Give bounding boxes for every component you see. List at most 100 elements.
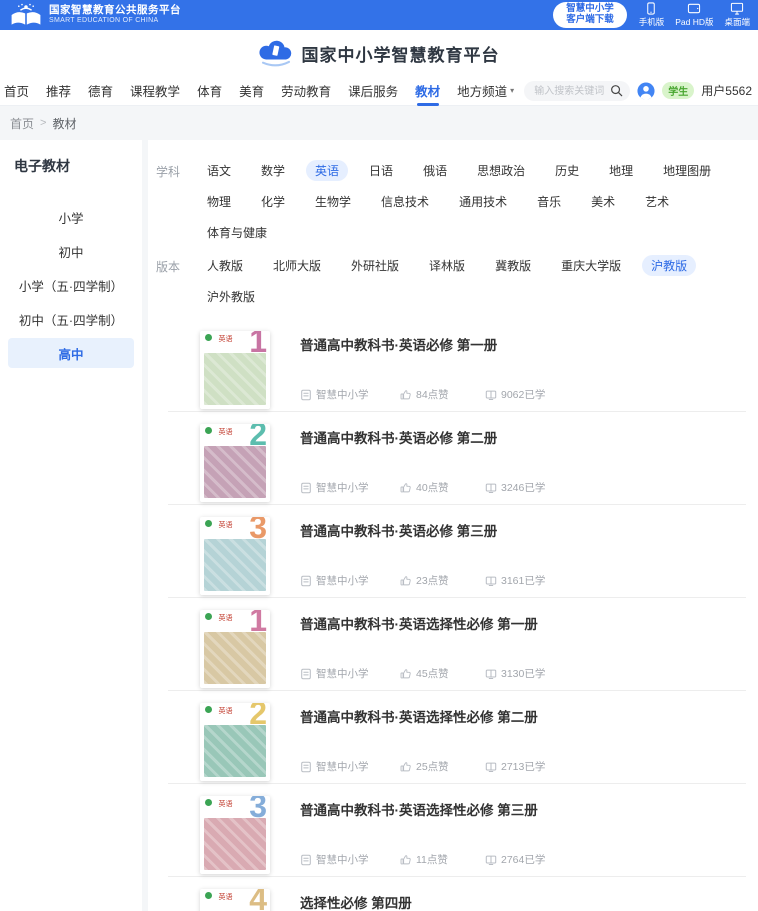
book-source: 智慧中小学 [316,387,369,402]
filter-chip[interactable]: 译林版 [420,255,474,276]
thumbs-up-icon [400,482,412,494]
content-panel: 学科 语文数学英语日语俄语思想政治历史地理地理图册物理化学生物学信息技术通用技术… [148,140,758,911]
site-title: 国家中小学智慧教育平台 [302,41,500,66]
cloud-logo-icon [259,38,293,68]
book-title[interactable]: 普通高中教科书·英语选择性必修 第二册 [300,706,746,726]
filter-chip[interactable]: 体育与健康 [198,222,276,243]
book-row[interactable]: 英语 2 普通高中教科书·英语选择性必修 第二册 智慧中小学 25点赞 2713 [168,691,746,784]
book-cover[interactable]: 英语 2 [200,703,270,781]
nav-item[interactable]: 教材 [415,76,440,106]
open-book-logo-icon [10,3,42,27]
nav-item[interactable]: 首页 [4,76,29,106]
filter-chip[interactable]: 英语 [306,160,348,181]
user-name[interactable]: 用户5562 [701,82,752,99]
nav-item-label: 德育 [88,81,113,100]
filter-chip[interactable]: 重庆大学版 [552,255,630,276]
filter-chip[interactable]: 沪教版 [642,255,696,276]
book-row[interactable]: 英语 3 普通高中教科书·英语必修 第三册 智慧中小学 23点赞 3161已学 [168,505,746,598]
filter-chip[interactable]: 北师大版 [264,255,330,276]
nav-item[interactable]: 课程教学 [130,76,180,106]
breadcrumb-home-link[interactable]: 首页 [10,115,34,132]
device-download-link[interactable]: Pad HD版 [675,2,713,28]
nav-item-label: 推荐 [46,81,71,100]
filter-chip[interactable]: 物理 [198,191,240,212]
book-row[interactable]: 英语 1 普通高中教科书·英语必修 第一册 智慧中小学 84点赞 9062已学 [168,319,746,412]
book-cover[interactable]: 英语 3 [200,796,270,874]
book-title[interactable]: 普通高中教科书·英语选择性必修 第一册 [300,613,746,633]
filter-chip[interactable]: 地理图册 [654,160,720,181]
device-download-link[interactable]: 桌面端 [724,2,750,28]
book-row[interactable]: 英语 3 普通高中教科书·英语选择性必修 第三册 智慧中小学 11点赞 2764 [168,784,746,877]
search-icon[interactable] [610,84,623,102]
cover-subject-label: 英语 [218,615,232,622]
filter-chip[interactable]: 美术 [582,191,624,212]
nav-item[interactable]: 地方频道 ▾ [457,76,514,106]
nav-menu: 首页 推荐 德育 课程教学 体育 美育 劳动教育 课后服务 教材 地方频道 ▾ [4,76,514,106]
book-source: 智慧中小学 [316,666,369,681]
filter-chip[interactable]: 历史 [546,160,588,181]
subject-options: 语文数学英语日语俄语思想政治历史地理地理图册物理化学生物学信息技术通用技术音乐美… [198,160,746,243]
filter-chip[interactable]: 冀教版 [486,255,540,276]
nav-item[interactable]: 体育 [197,76,222,106]
sidebar-item[interactable]: 小学（五·四学制） [8,270,134,300]
nav-item[interactable]: 推荐 [46,76,71,106]
device-download-link[interactable]: 手机版 [639,2,665,28]
book-cover[interactable]: 英语 4 [200,889,270,911]
source-doc-icon [300,389,312,401]
nav-item[interactable]: 劳动教育 [281,76,331,106]
book-likes: 84点赞 [416,387,449,402]
filter-chip[interactable]: 思想政治 [468,160,534,181]
filter-chip[interactable]: 通用技术 [450,191,516,212]
book-cover[interactable]: 英语 1 [200,610,270,688]
book-cover[interactable]: 英语 1 [200,331,270,409]
book-row[interactable]: 英语 4 选择性必修 第四册 智慧中小学 1点赞 268已学 [168,877,746,911]
filter-chip[interactable]: 沪外教版 [198,286,264,307]
book-source: 智慧中小学 [316,480,369,495]
book-row[interactable]: 英语 1 普通高中教科书·英语选择性必修 第一册 智慧中小学 45点赞 3130 [168,598,746,691]
filter-chip[interactable]: 地理 [600,160,642,181]
publisher-logo-dot [205,613,212,620]
cover-subject-label: 英语 [218,336,232,343]
filter-chip[interactable]: 语文 [198,160,240,181]
filter-chip[interactable]: 人教版 [198,255,252,276]
filter-chip[interactable]: 数学 [252,160,294,181]
filter-chip[interactable]: 日语 [360,160,402,181]
book-title[interactable]: 普通高中教科书·英语必修 第一册 [300,334,746,354]
filter-chip[interactable]: 信息技术 [372,191,438,212]
filter-chip[interactable]: 音乐 [528,191,570,212]
filter-chip[interactable]: 化学 [252,191,294,212]
sidebar-item[interactable]: 小学 [8,202,134,232]
book-learned: 9062已学 [501,387,545,402]
sidebar-item[interactable]: 初中（五·四学制） [8,304,134,334]
book-title[interactable]: 普通高中教科书·英语选择性必修 第三册 [300,799,746,819]
book-title[interactable]: 普通高中教科书·英语必修 第二册 [300,427,746,447]
cover-illustration [204,632,266,684]
nav-item[interactable]: 美育 [239,76,264,106]
book-cover[interactable]: 英语 2 [200,424,270,502]
nav-item[interactable]: 课后服务 [348,76,398,106]
filter-chip[interactable]: 俄语 [414,160,456,181]
nav-item-label: 教材 [415,81,440,100]
client-download-button[interactable]: 智慧中小学 客户端下载 [553,2,627,28]
book-title[interactable]: 普通高中教科书·英语必修 第三册 [300,520,746,540]
sidebar-item[interactable]: 高中 [8,338,134,368]
cover-volume-numeral: 3 [249,796,267,822]
nav-item-label: 劳动教育 [281,81,331,100]
thumbs-up-icon [400,854,412,866]
book-stats: 智慧中小学 25点赞 2713已学 [300,759,746,774]
sidebar-item[interactable]: 初中 [8,236,134,266]
book-source: 智慧中小学 [316,573,369,588]
nav-item-label: 课后服务 [348,81,398,100]
filter-chip[interactable]: 外研社版 [342,255,408,276]
filter-chip[interactable]: 生物学 [306,191,360,212]
book-row[interactable]: 英语 2 普通高中教科书·英语必修 第二册 智慧中小学 40点赞 3246已学 [168,412,746,505]
user-avatar[interactable] [637,82,655,100]
filter-chip[interactable]: 艺术 [636,191,678,212]
book-title[interactable]: 选择性必修 第四册 [300,892,746,911]
book-cover[interactable]: 英语 3 [200,517,270,595]
nav-item[interactable]: 德育 [88,76,113,106]
device-label: Pad HD版 [675,16,713,28]
cover-illustration [204,446,266,498]
sidebar-list: 小学 初中 小学（五·四学制） 初中（五·四学制） 高中 [0,202,142,368]
device-label: 桌面端 [724,16,750,28]
